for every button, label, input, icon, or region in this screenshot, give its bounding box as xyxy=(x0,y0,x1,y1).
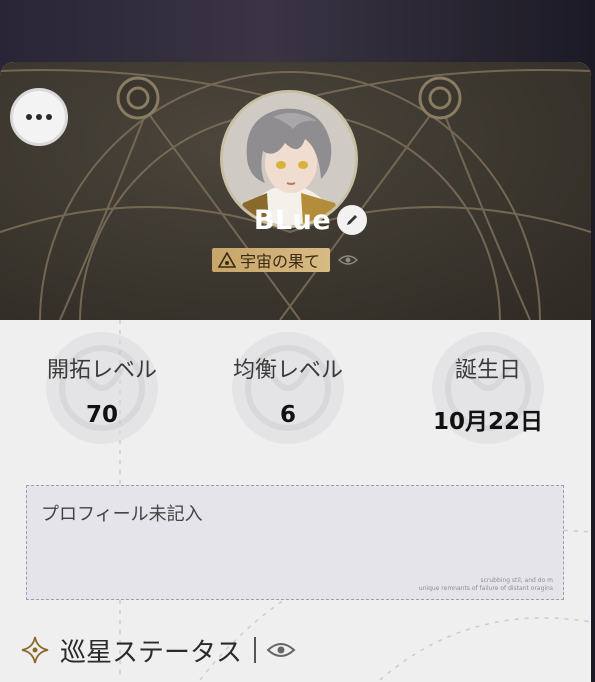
divider xyxy=(254,637,257,663)
section-title: 巡星ステータス xyxy=(60,637,243,668)
stat-label: 開拓レベル xyxy=(46,358,157,383)
emblem-icon xyxy=(46,332,158,444)
signature-field[interactable]: プロフィール未記入 scrubbing stil, and do m uniqu… xyxy=(26,485,564,600)
stats-row: 開拓レベル 70 均衡レベル 6 誕生日 10月22日 xyxy=(0,332,591,452)
signature-placeholder: プロフィール未記入 xyxy=(41,504,203,525)
stat-value: 70 xyxy=(85,402,118,428)
signature-footnote: scrubbing stil, and do m unique remnants… xyxy=(418,577,553,592)
stat-value: 10月22日 xyxy=(432,409,543,435)
section-header: 巡星ステータス xyxy=(20,630,296,670)
stat-label: 均衡レベル xyxy=(232,358,343,383)
stat-value: 6 xyxy=(279,402,296,428)
profile-card: BLue 宇宙の果て 開拓レベル 70 均衡レベル 6 誕生日 10月22日 プ… xyxy=(0,62,591,682)
stat-label: 誕生日 xyxy=(454,358,521,383)
stat-equilibrium-level: 均衡レベル 6 xyxy=(198,332,378,444)
eye-icon[interactable] xyxy=(266,640,296,660)
stat-trailblaze-level: 開拓レベル 70 xyxy=(12,332,192,444)
background-top xyxy=(0,0,595,70)
stat-birthday: 誕生日 10月22日 xyxy=(398,332,578,444)
sparkle-icon xyxy=(21,636,49,664)
emblem-icon xyxy=(232,332,344,444)
